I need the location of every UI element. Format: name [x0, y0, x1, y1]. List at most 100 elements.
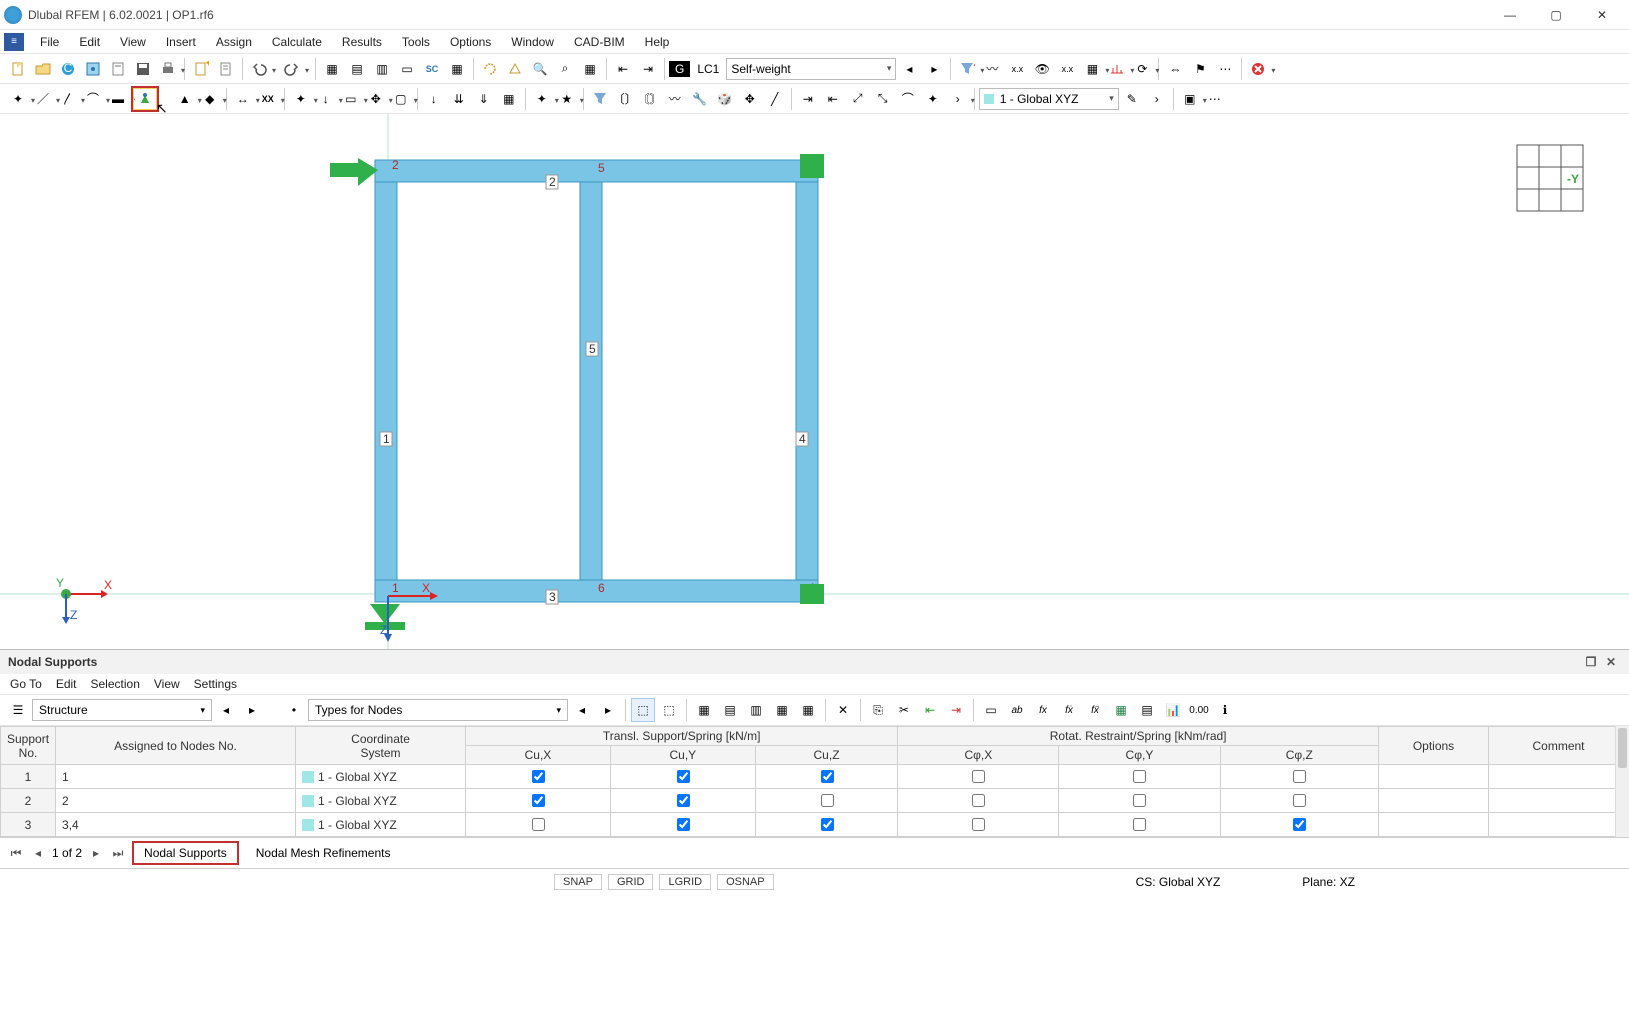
tables-icon[interactable]: ▦ — [445, 57, 469, 81]
checkbox[interactable] — [972, 770, 985, 783]
panel-grid1-icon[interactable]: ▦ — [692, 698, 716, 722]
menu-cadbim[interactable]: CAD-BIM — [564, 32, 635, 52]
panel-fx2-icon[interactable]: fẋ — [1057, 698, 1081, 722]
dimension-icon[interactable]: ↔▾ — [231, 87, 255, 111]
move-icon[interactable]: ✥▾ — [364, 87, 388, 111]
table-row[interactable]: 221 - Global XYZ — [1, 789, 1629, 813]
panel-grid4-icon[interactable]: ▦ — [770, 698, 794, 722]
col-cuy[interactable]: Cu,Y — [610, 746, 755, 765]
col-cux[interactable]: Cu,X — [466, 746, 611, 765]
line-support-icon[interactable]: ▲▾ — [173, 87, 197, 111]
nav-last-icon[interactable]: ⏭ — [110, 846, 126, 861]
checkbox[interactable] — [1293, 818, 1306, 831]
panel-export-red-icon[interactable]: ⇥ — [944, 698, 968, 722]
menu-tools[interactable]: Tools — [392, 32, 440, 52]
lgrid-button[interactable]: LGRID — [659, 874, 711, 890]
surface-support-icon[interactable]: ◆▾ — [198, 87, 222, 111]
align-right-icon[interactable]: ⇥ — [636, 57, 660, 81]
panel-select-icon[interactable]: ⬚ — [631, 698, 655, 722]
results-animate-icon[interactable]: ⟳▾ — [1130, 57, 1154, 81]
panel-fx3-icon[interactable]: fẍ — [1083, 698, 1107, 722]
panel-nav-next-icon[interactable]: ▸ — [240, 698, 264, 722]
new-member-icon[interactable]: ▬▾ — [106, 87, 130, 111]
col-cuz[interactable]: Cu,Z — [755, 746, 898, 765]
render-icon[interactable]: ▣▾ — [1178, 87, 1202, 111]
panel-grid2-icon[interactable]: ▤ — [718, 698, 742, 722]
menu-options[interactable]: Options — [440, 32, 501, 52]
lasso-icon[interactable] — [478, 57, 502, 81]
show-xx-icon[interactable]: x.x — [1005, 57, 1029, 81]
nav-next-icon[interactable]: ▸ — [88, 846, 104, 860]
text-xx-icon[interactable]: XX▾ — [256, 87, 280, 111]
coord-system-combo[interactable]: 1 - Global XYZ ▾ — [979, 88, 1119, 110]
checkbox[interactable] — [1293, 794, 1306, 807]
table-navigator-icon[interactable]: ▤ — [345, 57, 369, 81]
panel-grid3-icon[interactable]: ▥ — [744, 698, 768, 722]
checkbox[interactable] — [821, 794, 834, 807]
panel-left-combo[interactable]: Structure▾ — [32, 699, 212, 721]
new-polyline-icon[interactable]: 〳▾ — [56, 87, 80, 111]
print-icon[interactable]: ▾ — [156, 57, 180, 81]
grid-view-icon[interactable]: ▦ — [578, 57, 602, 81]
panel-window-icon[interactable]: ▭ — [979, 698, 1003, 722]
col-cphiy[interactable]: Cφ,Y — [1059, 746, 1220, 765]
save-icon[interactable] — [131, 57, 155, 81]
panel-fx-icon[interactable]: fx — [1031, 698, 1055, 722]
checkbox[interactable] — [677, 770, 690, 783]
new-star-icon[interactable]: ✦ — [921, 87, 945, 111]
panel-copy-icon[interactable]: ⎘ — [866, 698, 890, 722]
new-object-icon[interactable]: ✦▾ — [530, 87, 554, 111]
print-preview-icon[interactable] — [106, 57, 130, 81]
checkbox[interactable] — [821, 770, 834, 783]
checkbox[interactable] — [532, 770, 545, 783]
nav-prev-icon[interactable]: ◂ — [30, 846, 46, 860]
menu-edit[interactable]: Edit — [69, 32, 110, 52]
col-cphix[interactable]: Cφ,X — [898, 746, 1059, 765]
checkbox[interactable] — [1133, 794, 1146, 807]
col-options[interactable]: Options — [1379, 727, 1489, 765]
table-project-icon[interactable]: ▦ — [320, 57, 344, 81]
undo-icon[interactable]: ▾ — [247, 57, 271, 81]
checkbox[interactable] — [821, 818, 834, 831]
snap-button[interactable]: SNAP — [554, 874, 602, 890]
funnel-icon[interactable] — [588, 87, 612, 111]
checkbox[interactable] — [1293, 770, 1306, 783]
filter-magnify-icon[interactable]: 🔍 — [528, 57, 552, 81]
osnap-button[interactable]: OSNAP — [717, 874, 774, 890]
new-line-icon[interactable]: ／▾ — [31, 87, 55, 111]
view-cube[interactable]: -Y — [1511, 139, 1589, 217]
panel-nav-prev2-icon[interactable]: ◂ — [570, 698, 594, 722]
panel-tree-icon[interactable]: ☰ — [6, 698, 30, 722]
extend-icon[interactable]: ⇥ — [796, 87, 820, 111]
cloud-icon[interactable]: C — [56, 57, 80, 81]
panel-decimal-icon[interactable]: 0.00 — [1187, 698, 1211, 722]
checkbox[interactable] — [972, 794, 985, 807]
split-icon[interactable]: ⤢ — [846, 87, 870, 111]
trim-icon[interactable]: ⇤ — [821, 87, 845, 111]
prev-lc-icon[interactable]: ◂ — [897, 57, 921, 81]
table-row[interactable]: 33,41 - Global XYZ — [1, 813, 1629, 837]
chevron-icon[interactable]: ›▾ — [946, 87, 970, 111]
panel-grid5-icon[interactable]: ▦ — [796, 698, 820, 722]
script-icon[interactable]: ▭ — [395, 57, 419, 81]
panel-report-icon[interactable]: ▤ — [1135, 698, 1159, 722]
new-load-icon[interactable]: ✦▾ — [289, 87, 313, 111]
panel-close-icon[interactable]: ✕ — [1601, 655, 1621, 669]
col-cphiz[interactable]: Cφ,Z — [1220, 746, 1379, 765]
sc-icon[interactable]: SC — [420, 57, 444, 81]
open-file-icon[interactable] — [31, 57, 55, 81]
menu-insert[interactable]: Insert — [156, 32, 206, 52]
more-toolbar1-icon[interactable]: ⋯ — [1213, 57, 1237, 81]
show-deform-icon[interactable]: 〰 — [980, 57, 1004, 81]
table-row[interactable]: 111 - Global XYZ — [1, 765, 1629, 789]
panel-cut-icon[interactable]: ✂ — [892, 698, 916, 722]
col-comment[interactable]: Comment — [1489, 727, 1629, 765]
panel-menu-edit[interactable]: Edit — [56, 677, 77, 691]
col-assigned[interactable]: Assigned to Nodes No. — [56, 727, 296, 765]
box-icon[interactable]: ▢▾ — [389, 87, 413, 111]
show-xxx-icon[interactable]: x.x — [1055, 57, 1079, 81]
col-cs[interactable]: Coordinate System — [296, 727, 466, 765]
zoom-window-icon[interactable]: ⌕ — [553, 57, 577, 81]
tab-nodal-mesh[interactable]: Nodal Mesh Refinements — [245, 842, 402, 864]
filter-delete-icon[interactable]: ✕▾ — [955, 57, 979, 81]
